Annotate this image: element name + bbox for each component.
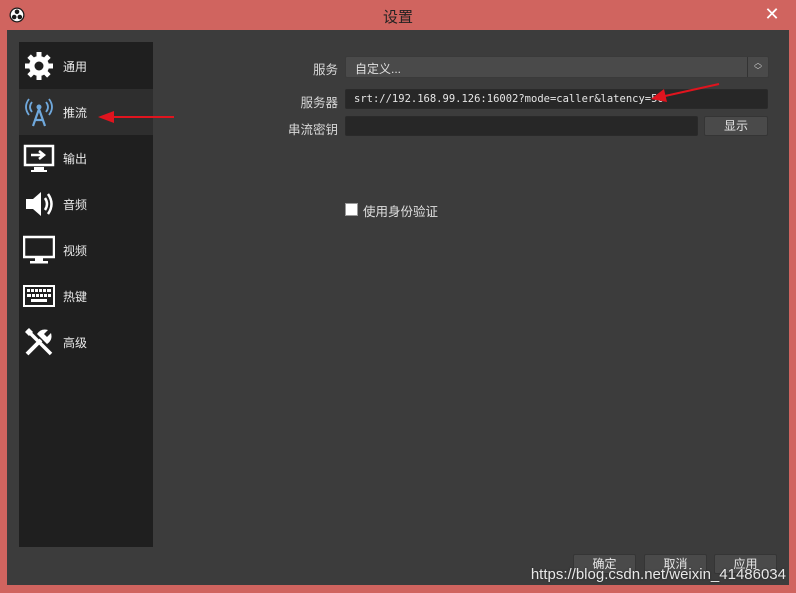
tools-icon [22,325,56,359]
sidebar-item-stream[interactable]: 推流 [19,89,153,135]
monitor-icon [22,233,56,267]
sidebar-item-general[interactable]: 通用 [19,43,153,89]
sidebar-item-advanced[interactable]: 高级 [19,319,153,365]
settings-dialog: 通用 推流 输出 音频 视频 热键 高级 服务 自定义... ︿ ﹀ 服务器 s… [7,30,789,585]
broadcast-antenna-icon [22,95,56,129]
sidebar-item-label: 输出 [63,151,88,166]
sidebar-item-output[interactable]: 输出 [19,135,153,181]
close-icon: ✕ [764,4,780,24]
speaker-icon [22,187,56,221]
service-label: 服务 [312,63,338,77]
window-title: 设置 [382,9,413,26]
title-bar: 设置 ✕ [0,0,796,30]
sidebar-item-label: 推流 [63,105,88,120]
sidebar-item-video[interactable]: 视频 [19,227,153,273]
use-auth-label: 使用身份验证 [363,205,439,219]
show-key-button[interactable]: 显示 [704,116,768,136]
sidebar-item-label: 通用 [63,59,88,74]
settings-sidebar: 通用 推流 输出 音频 视频 热键 高级 [19,42,153,547]
stream-key-label: 串流密钥 [287,123,338,137]
output-monitor-icon [22,141,56,175]
sidebar-item-label: 视频 [63,243,88,258]
sidebar-item-label: 热键 [63,289,88,304]
sidebar-item-label: 音频 [63,197,88,212]
watermark: https://blog.csdn.net/weixin_41486034 [530,566,786,583]
server-input[interactable] [345,89,768,109]
up-down-chevron-icon: ︿ ﹀ [747,57,768,77]
gear-icon [22,49,56,83]
keyboard-icon [22,279,56,313]
stream-key-input[interactable] [345,116,698,136]
sidebar-item-label: 高级 [63,335,88,350]
service-select-value: 自定义... [355,62,402,76]
sidebar-item-hotkeys[interactable]: 热键 [19,273,153,319]
sidebar-item-audio[interactable]: 音频 [19,181,153,227]
service-select[interactable]: 自定义... ︿ ﹀ [345,56,769,78]
server-label: 服务器 [300,96,338,110]
use-auth-checkbox[interactable] [345,203,358,216]
close-button[interactable]: ✕ [760,4,784,24]
